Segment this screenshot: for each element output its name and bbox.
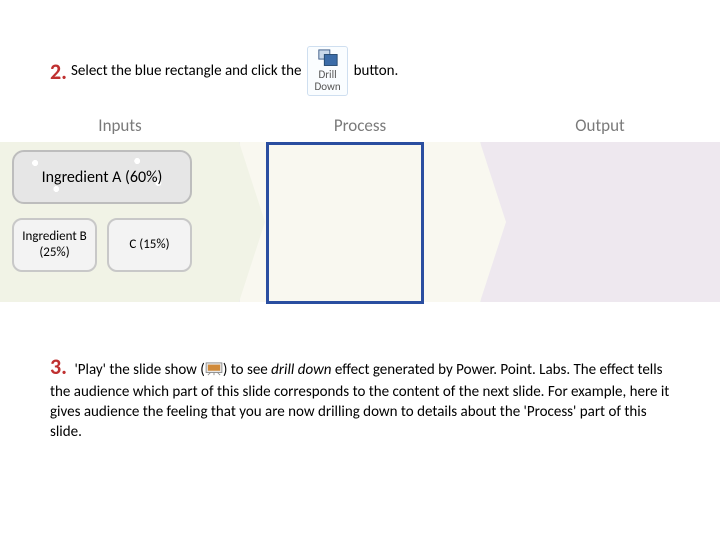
header-inputs: Inputs bbox=[0, 115, 240, 136]
header-output: Output bbox=[480, 115, 720, 136]
header-process: Process bbox=[240, 115, 480, 136]
step2-number: 2. bbox=[50, 58, 67, 85]
ingredient-c-box: C (15%) bbox=[107, 218, 192, 272]
drill-down-icon bbox=[317, 49, 339, 67]
step3-number: 3. bbox=[50, 353, 67, 380]
process-headers: Inputs Process Output bbox=[0, 115, 720, 136]
ingredient-b-label: Ingredient B (25%) bbox=[14, 229, 95, 260]
drill-down-button[interactable]: Drill Down bbox=[307, 46, 347, 96]
step3-instruction: 3. 'Play' the slide show ( ) to see drill… bbox=[50, 352, 670, 442]
process-selection-rectangle[interactable] bbox=[266, 142, 424, 304]
ingredient-a-box: Ingredient A (60%) bbox=[12, 150, 192, 204]
step3-text-before: 'Play' the slide show ( bbox=[74, 361, 204, 379]
step3-text-mid: ) to see bbox=[223, 361, 271, 379]
step2-instruction: 2. Select the blue rectangle and click t… bbox=[50, 46, 680, 96]
step2-text-before: Select the blue rectangle and click the bbox=[71, 62, 301, 80]
drill-down-label-2: Down bbox=[314, 81, 340, 93]
step2-text-after: button. bbox=[354, 62, 399, 80]
step3-drill-down-em: drill down bbox=[271, 361, 331, 379]
ingredient-b-box: Ingredient B (25%) bbox=[12, 218, 97, 272]
play-slideshow-icon bbox=[205, 362, 223, 376]
band-output bbox=[480, 142, 720, 302]
ingredient-c-label: C (15%) bbox=[129, 237, 169, 253]
ingredient-a-label: Ingredient A (60%) bbox=[42, 168, 163, 187]
